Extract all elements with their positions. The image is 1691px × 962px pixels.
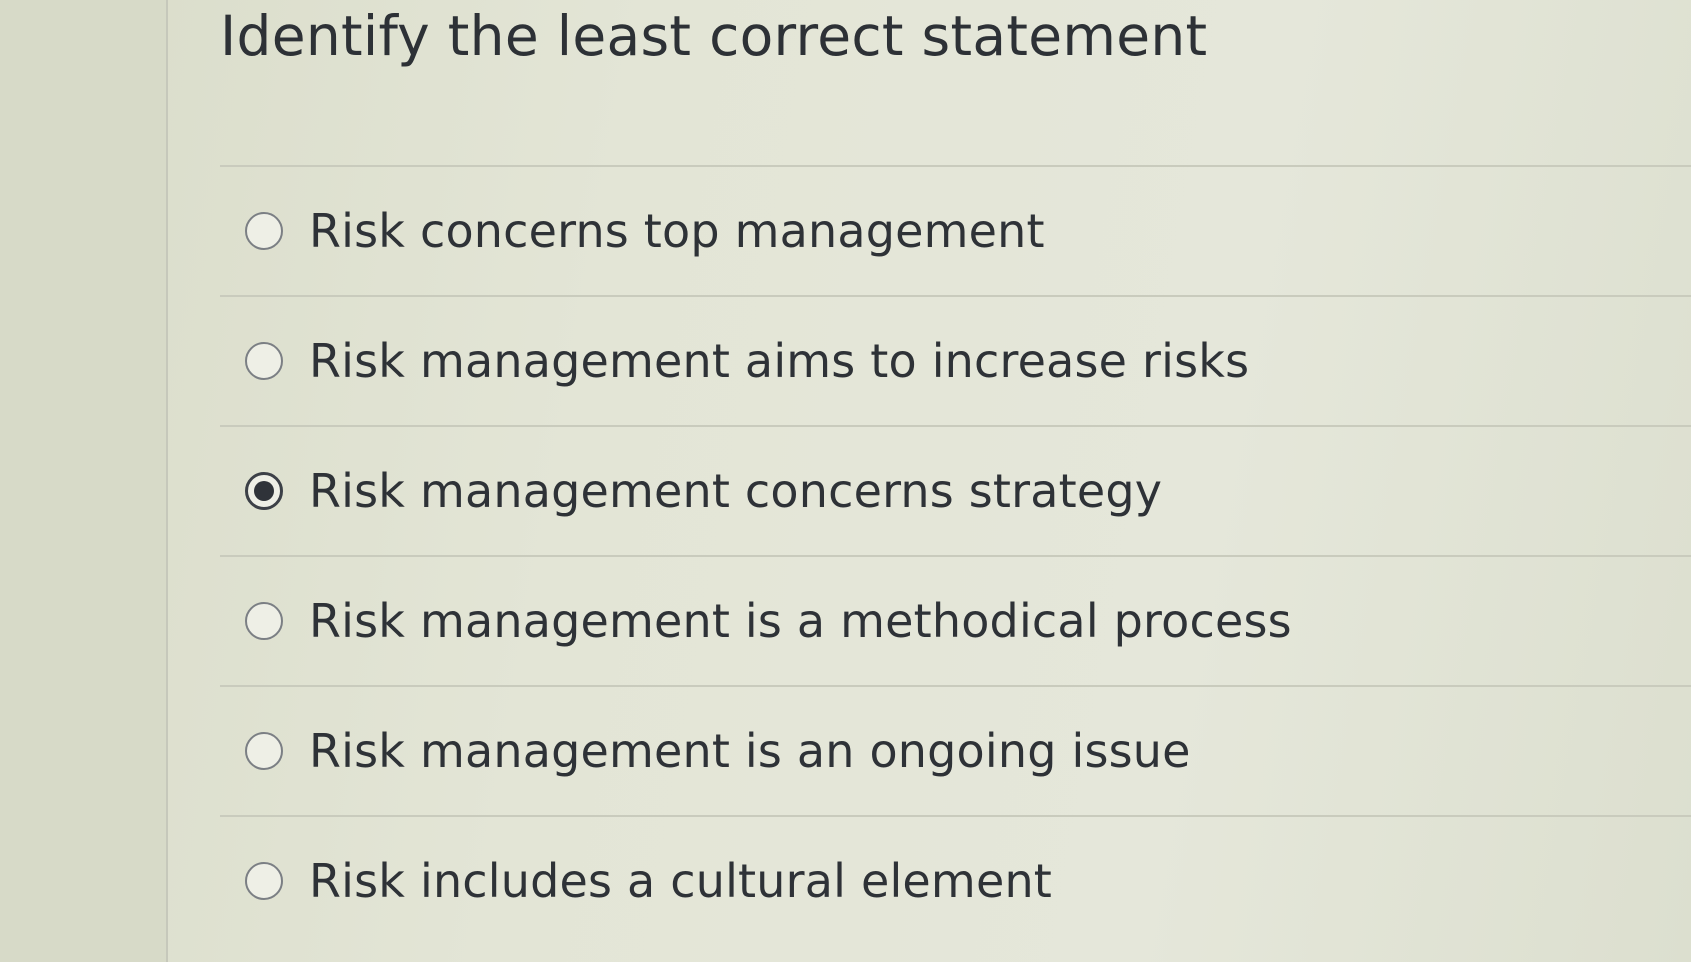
question-title: Identify the least correct statement bbox=[220, 4, 1208, 68]
answer-option-label: Risk management is a methodical process bbox=[309, 594, 1292, 648]
answer-option-label: Risk concerns top management bbox=[309, 204, 1045, 258]
answer-option[interactable]: Risk management concerns strategy bbox=[220, 425, 1691, 555]
radio-button[interactable] bbox=[245, 472, 283, 510]
radio-button[interactable] bbox=[245, 732, 283, 770]
radio-button[interactable] bbox=[245, 862, 283, 900]
answer-options: Risk concerns top management Risk manage… bbox=[220, 165, 1691, 945]
answer-option[interactable]: Risk management is an ongoing issue bbox=[220, 685, 1691, 815]
answer-option[interactable]: Risk concerns top management bbox=[220, 165, 1691, 295]
left-gutter bbox=[0, 0, 168, 962]
answer-option-label: Risk management is an ongoing issue bbox=[309, 724, 1191, 778]
radio-button[interactable] bbox=[245, 602, 283, 640]
question-panel: Identify the least correct statement Ris… bbox=[168, 0, 1691, 962]
radio-button[interactable] bbox=[245, 342, 283, 380]
answer-option[interactable]: Risk includes a cultural element bbox=[220, 815, 1691, 945]
answer-option[interactable]: Risk management is a methodical process bbox=[220, 555, 1691, 685]
answer-option-label: Risk management concerns strategy bbox=[309, 464, 1163, 518]
answer-option-label: Risk management aims to increase risks bbox=[309, 334, 1250, 388]
answer-option-label: Risk includes a cultural element bbox=[309, 854, 1053, 908]
answer-option[interactable]: Risk management aims to increase risks bbox=[220, 295, 1691, 425]
radio-button[interactable] bbox=[245, 212, 283, 250]
